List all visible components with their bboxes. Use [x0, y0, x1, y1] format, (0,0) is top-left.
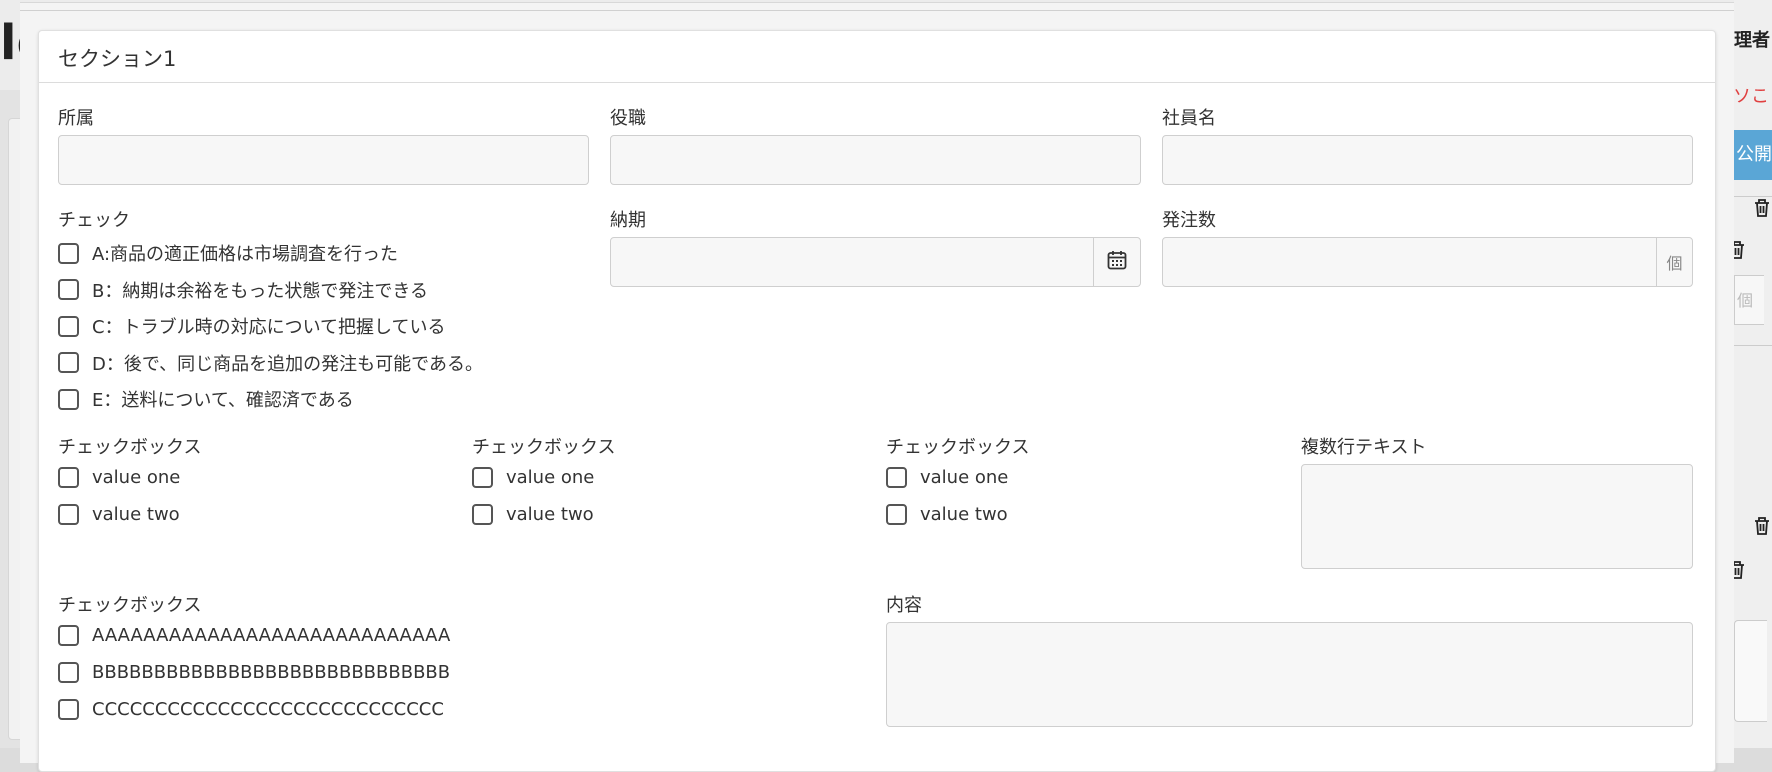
checkbox[interactable] [886, 504, 907, 525]
background-textarea [1734, 620, 1767, 722]
delivery-date-label: 納期 [610, 210, 646, 231]
checkbox[interactable] [886, 467, 907, 488]
checkbox-label: E：送料について、確認済である [92, 390, 354, 411]
checkbox-label: D：後で、同じ商品を追加の発注も可能である。 [92, 353, 483, 375]
checkbox-label: value two [506, 504, 594, 525]
position-label: 役職 [610, 108, 646, 129]
checkbox-label: value one [920, 467, 1009, 488]
check-option[interactable]: B：納期は余裕をもった状態で発注できる [58, 277, 428, 303]
content-textarea[interactable] [886, 622, 1693, 727]
check-option[interactable]: C：トラブル時の対応について把握している [58, 313, 446, 339]
checkbox-label: value two [92, 504, 180, 525]
checkbox-option[interactable]: value one [886, 467, 1008, 488]
delivery-date-input[interactable] [610, 237, 1141, 287]
checkbox[interactable] [58, 662, 79, 683]
checkbox[interactable] [58, 388, 79, 410]
order-qty-unit: 個 [1656, 238, 1692, 286]
affiliation-label: 所属 [58, 108, 94, 129]
calendar-button[interactable] [1093, 238, 1140, 286]
check-option[interactable]: D：後で、同じ商品を追加の発注も可能である。 [58, 350, 483, 376]
checkbox-option[interactable]: BBBBBBBBBBBBBBBBBBBBBBBBBBBBB [58, 662, 450, 683]
checkbox[interactable] [472, 504, 493, 525]
modal-top-border [20, 10, 1734, 11]
checkbox-long-label: チェックボックス [58, 595, 202, 616]
checkbox-label: A:商品の適正価格は市場調査を行った [92, 244, 399, 265]
checkbox-option[interactable]: CCCCCCCCCCCCCCCCCCCCCCCCCCCC [58, 699, 444, 720]
checkbox-option[interactable]: value one [472, 467, 594, 488]
order-qty-label: 発注数 [1162, 210, 1216, 231]
background-publish-button: 公開 [1734, 130, 1772, 180]
checkbox[interactable] [472, 467, 493, 488]
order-qty-input[interactable]: 個 [1162, 237, 1693, 287]
checkbox[interactable] [58, 242, 79, 264]
checkbox-label: value two [920, 504, 1008, 525]
checkbox[interactable] [58, 699, 79, 720]
background-divider [1734, 196, 1772, 197]
multiline-textarea[interactable] [1301, 464, 1693, 569]
checkbox-label: CCCCCCCCCCCCCCCCCCCCCCCCCCCC [92, 699, 444, 720]
background-unit-input: 個 [1734, 275, 1764, 325]
section-panel: セクション1 所属 役職 社員名 チェック 納期 発注数 個 複数行テキスト チ… [38, 30, 1716, 772]
multiline-text-label: 複数行テキスト [1301, 437, 1427, 458]
checkbox[interactable] [58, 504, 79, 525]
content-label: 内容 [886, 595, 922, 616]
position-input[interactable] [610, 135, 1141, 185]
background-logo: lg [0, 15, 20, 71]
section-title: セクション1 [39, 31, 1715, 83]
background-divider [1734, 345, 1772, 346]
employee-name-label: 社員名 [1162, 108, 1216, 129]
checkbox-option[interactable]: value two [58, 504, 180, 525]
calendar-icon [1106, 249, 1128, 275]
checkbox-label: C：トラブル時の対応について把握している [92, 317, 446, 338]
trash-icon [1753, 516, 1771, 536]
trash-icon [1753, 198, 1771, 218]
checkbox[interactable] [58, 625, 79, 646]
affiliation-input[interactable] [58, 135, 589, 185]
checkbox-option[interactable]: AAAAAAAAAAAAAAAAAAAAAAAAAAAA [58, 625, 450, 646]
checkbox[interactable] [58, 279, 79, 300]
checkbox-label: value one [506, 467, 595, 488]
check-option[interactable]: E：送料について、確認済である [58, 386, 354, 412]
checkbox-group-label: チェックボックス [472, 437, 616, 458]
checkbox-option[interactable]: value one [58, 467, 180, 488]
checkbox[interactable] [58, 315, 79, 337]
checkbox-label: B：納期は余裕をもった状態で発注できる [92, 280, 428, 302]
background-red-text: ソこト [1733, 86, 1772, 107]
checkbox-option[interactable]: value two [886, 504, 1008, 525]
checkbox-label: value one [92, 467, 181, 488]
checkbox-label: AAAAAAAAAAAAAAAAAAAAAAAAAAAA [92, 625, 451, 646]
checkbox-option[interactable]: value two [472, 504, 594, 525]
employee-name-input[interactable] [1162, 135, 1693, 185]
checkbox-label: BBBBBBBBBBBBBBBBBBBBBBBBBBBBB [92, 662, 451, 683]
checkbox-group-label: チェックボックス [58, 437, 202, 458]
background-header-text: 理者 [1734, 30, 1770, 51]
checkbox[interactable] [58, 467, 79, 488]
checkbox-group-label: チェックボックス [886, 437, 1030, 458]
check-option[interactable]: A:商品の適正価格は市場調査を行った [58, 240, 398, 266]
checkbox[interactable] [58, 352, 79, 373]
check-group-label: チェック [58, 210, 130, 231]
